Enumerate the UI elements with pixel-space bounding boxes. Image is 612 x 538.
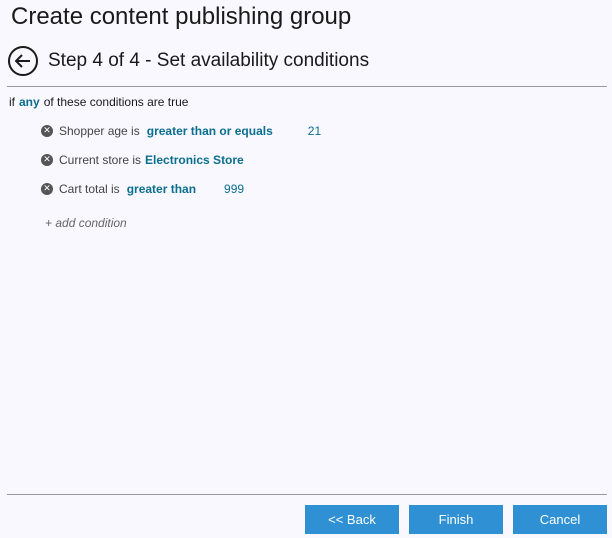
condition-label: Current store is <box>59 153 142 167</box>
condition-operator[interactable]: Electronics Store <box>145 153 244 167</box>
back-arrow-icon[interactable] <box>8 46 38 76</box>
condition-value[interactable]: 21 <box>308 124 321 138</box>
quantifier-link[interactable]: any <box>19 95 40 109</box>
remove-condition-icon[interactable]: ✕ <box>41 154 53 166</box>
step-title: Step 4 of 4 - Set availability condition… <box>48 50 370 71</box>
remove-condition-icon[interactable]: ✕ <box>41 183 53 195</box>
condition-label: Cart total is <box>59 182 120 196</box>
condition-operator[interactable]: greater than or equals <box>147 124 273 138</box>
condition-operator[interactable]: greater than <box>127 182 196 196</box>
footer-divider <box>7 494 607 495</box>
cancel-button[interactable]: Cancel <box>513 505 607 534</box>
condition-label: Shopper age is <box>59 124 140 138</box>
rule-suffix: of these conditions are true <box>43 95 189 109</box>
condition-row-shopper-age: ✕ Shopper age is greater than or equals … <box>41 123 321 139</box>
back-button[interactable]: << Back <box>305 505 399 534</box>
header-divider <box>7 86 607 87</box>
step-header: Step 4 of 4 - Set availability condition… <box>8 46 369 76</box>
condition-row-current-store: ✕ Current store is Electronics Store <box>41 152 244 168</box>
finish-button[interactable]: Finish <box>409 505 503 534</box>
condition-value[interactable]: 999 <box>224 182 244 196</box>
remove-condition-icon[interactable]: ✕ <box>41 125 53 137</box>
add-condition-link[interactable]: + add condition <box>45 216 127 230</box>
condition-row-cart-total: ✕ Cart total is greater than 999 <box>41 181 244 197</box>
page-title: Create content publishing group <box>11 3 352 30</box>
rule-summary: if any of these conditions are true <box>9 95 188 109</box>
rule-prefix: if <box>9 95 15 109</box>
